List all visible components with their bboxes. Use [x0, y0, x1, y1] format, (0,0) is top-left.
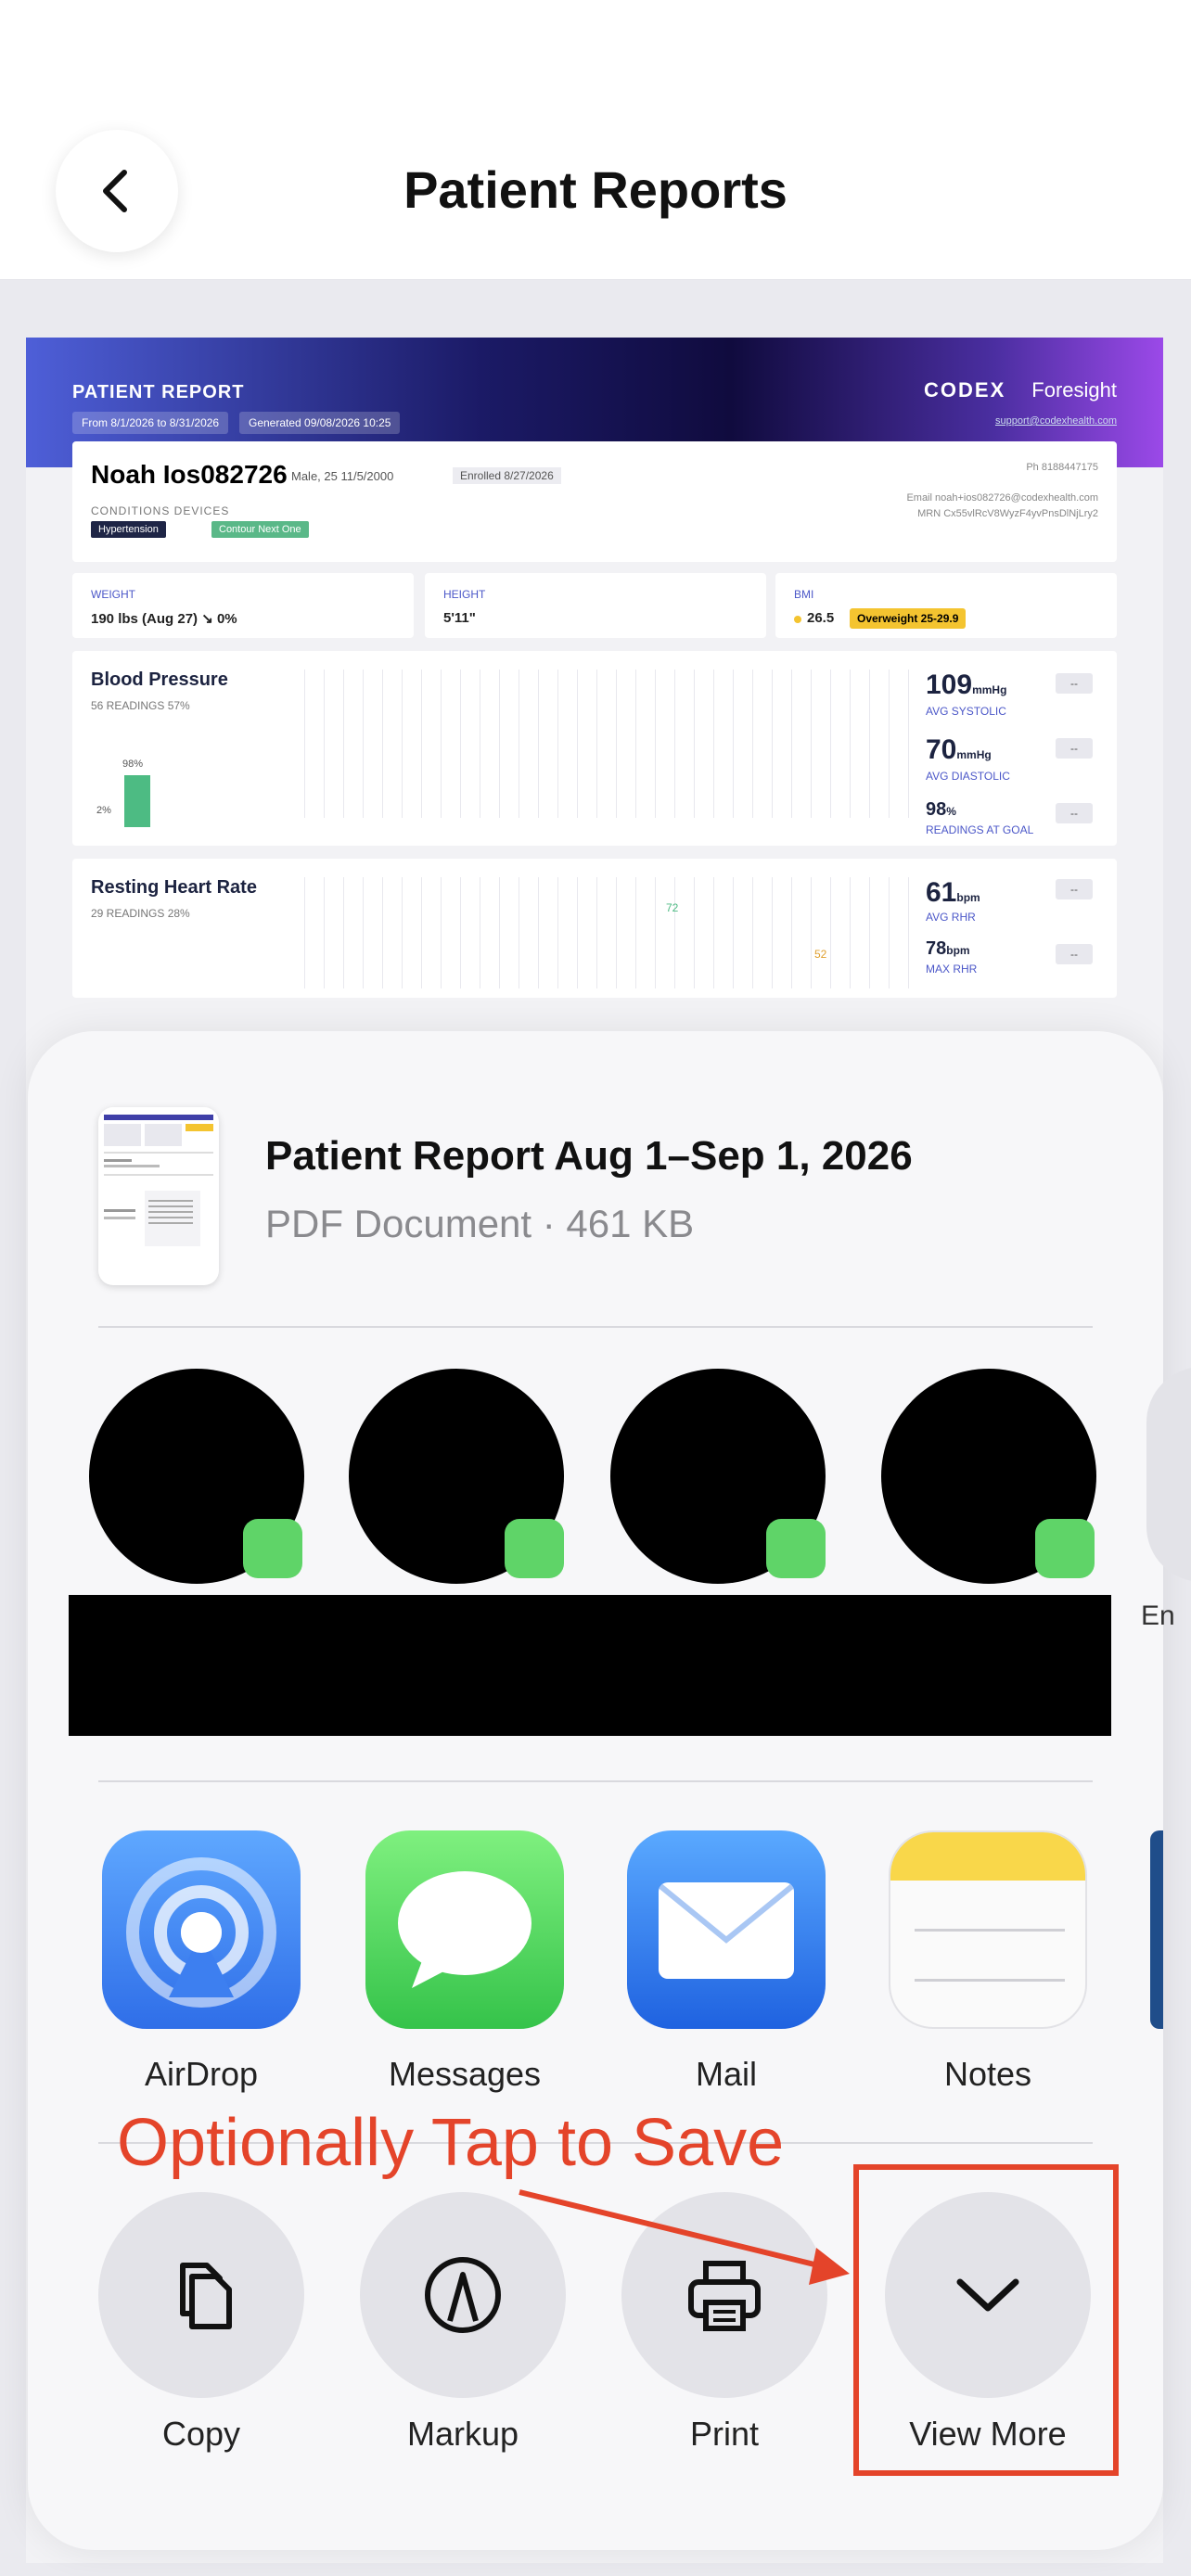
annotation-highlight-box	[853, 2164, 1119, 2476]
